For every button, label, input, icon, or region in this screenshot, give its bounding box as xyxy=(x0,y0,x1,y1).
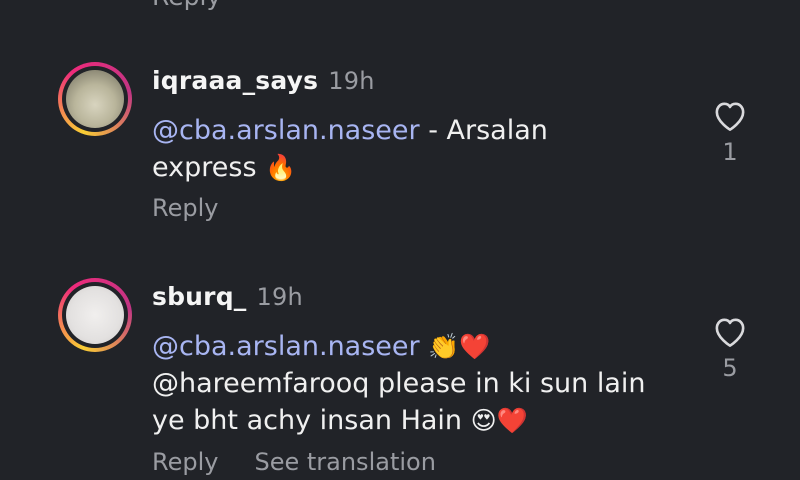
comment-author[interactable]: sburq_ 19h xyxy=(152,282,303,311)
fire-emoji: 🔥 xyxy=(265,153,297,182)
comment-actions: Reply xyxy=(152,194,218,222)
reply-button-partial[interactable]: Reply xyxy=(152,0,221,11)
comment-item: iqraaa_says 19h @cba.arslan.naseer - Arsa… xyxy=(0,62,800,232)
see-translation-button[interactable]: See translation xyxy=(254,448,435,476)
username-label[interactable]: iqraaa_says xyxy=(152,66,318,95)
avatar-photo xyxy=(66,70,124,128)
comment-actions: Reply See translation xyxy=(152,448,436,476)
heart-outline-icon[interactable] xyxy=(711,98,749,132)
comments-screen: Reply iqraaa_says 19h @cba.arslan.naseer … xyxy=(0,0,800,480)
comment-item: sburq_ 19h @cba.arslan.naseer 👏❤️ @hareem… xyxy=(0,278,800,480)
like-count: 1 xyxy=(722,138,738,166)
comment-text-part: express xyxy=(152,152,266,183)
comment-text: @cba.arslan.naseer - Arsalan express 🔥 xyxy=(152,112,672,186)
mention-link[interactable]: @cba.arslan.naseer xyxy=(152,331,420,362)
reply-button[interactable]: Reply xyxy=(152,194,218,222)
heart-eyes-heart-emoji: 😍❤️ xyxy=(470,406,528,435)
heart-outline-icon[interactable] xyxy=(711,314,749,348)
mention-link[interactable]: @hareemfarooq xyxy=(152,368,369,399)
avatar-ring-gap xyxy=(62,282,128,348)
avatar-photo xyxy=(66,286,124,344)
avatar[interactable] xyxy=(58,62,132,136)
avatar[interactable] xyxy=(58,278,132,352)
comment-timestamp: 19h xyxy=(256,283,303,311)
avatar-ring-gap xyxy=(62,66,128,132)
comment-text-part: please in ki sun lain xyxy=(369,368,646,399)
reply-button[interactable]: Reply xyxy=(152,448,218,476)
username-label[interactable]: sburq_ xyxy=(152,282,247,311)
comment-text-part: - Arsalan xyxy=(419,115,548,146)
like-control[interactable]: 1 xyxy=(708,98,752,166)
comment-text: @cba.arslan.naseer 👏❤️ @hareemfarooq ple… xyxy=(152,328,672,439)
mention-link[interactable]: @cba.arslan.naseer xyxy=(152,115,420,146)
like-control[interactable]: 5 xyxy=(708,314,752,382)
like-count: 5 xyxy=(722,354,738,382)
comment-text-part: ye bht achy insan Hain xyxy=(152,405,471,436)
clap-heart-emoji: 👏❤️ xyxy=(428,332,491,361)
comment-timestamp: 19h xyxy=(328,67,375,95)
comment-author[interactable]: iqraaa_says 19h xyxy=(152,66,375,95)
